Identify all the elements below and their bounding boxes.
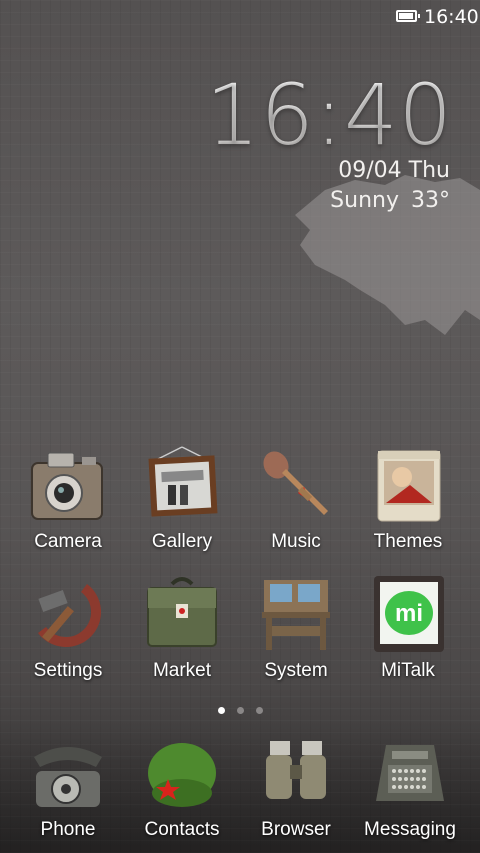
app-messaging[interactable]: Messaging <box>350 733 470 841</box>
app-gallery[interactable]: Gallery <box>122 445 242 553</box>
messaging-icon <box>376 745 444 801</box>
status-time: 16:40 <box>424 6 479 28</box>
weather-condition: Sunny <box>330 188 399 213</box>
app-label: Contacts <box>144 819 220 840</box>
status-bar: 16:40 <box>0 0 480 34</box>
themes-icon <box>377 450 441 522</box>
app-mitalk[interactable]: mi MiTalk <box>348 574 468 682</box>
app-phone[interactable]: Phone <box>8 733 128 841</box>
mitalk-icon: mi <box>374 576 444 652</box>
page-indicator <box>0 699 480 718</box>
app-market[interactable]: Market <box>122 574 242 682</box>
app-themes[interactable]: Themes <box>348 445 468 553</box>
app-label: Themes <box>373 531 443 552</box>
app-label: Market <box>152 660 212 681</box>
weather-widget[interactable]: Sunny 33° <box>330 188 450 213</box>
camera-icon <box>31 452 103 520</box>
page-dot[interactable] <box>236 707 244 714</box>
app-settings[interactable]: Settings <box>8 574 128 682</box>
app-label: System <box>264 660 328 681</box>
app-contacts[interactable]: Contacts <box>122 733 242 841</box>
app-label: MiTalk <box>381 660 435 681</box>
svg-text:mi: mi <box>395 600 423 627</box>
settings-icon <box>38 584 101 647</box>
battery-icon <box>396 10 420 22</box>
system-icon <box>262 580 330 650</box>
clock-widget-time[interactable]: 16:40 <box>206 70 453 160</box>
app-label: Music <box>271 531 321 552</box>
page-dot[interactable] <box>255 707 263 714</box>
app-label: Messaging <box>364 819 456 840</box>
app-browser[interactable]: Browser <box>236 733 356 841</box>
weekday-text: Thu <box>408 158 450 183</box>
app-label: Browser <box>261 819 331 840</box>
app-label: Phone <box>40 819 96 840</box>
app-music[interactable]: Music <box>236 445 356 553</box>
contacts-icon <box>148 743 216 807</box>
temperature: 33° <box>411 188 450 213</box>
phone-icon <box>34 747 102 807</box>
app-label: Settings <box>33 660 103 681</box>
app-label: Camera <box>34 531 102 552</box>
music-icon <box>263 451 328 515</box>
app-system[interactable]: System <box>236 574 356 682</box>
clock-widget-date: 09/04 Thu <box>338 158 450 183</box>
browser-icon <box>266 741 326 799</box>
date-text: 09/04 <box>338 158 402 183</box>
page-dot[interactable] <box>217 707 225 714</box>
market-icon <box>147 577 217 647</box>
app-camera[interactable]: Camera <box>8 445 128 553</box>
app-label: Gallery <box>151 531 213 552</box>
gallery-icon <box>148 446 218 517</box>
